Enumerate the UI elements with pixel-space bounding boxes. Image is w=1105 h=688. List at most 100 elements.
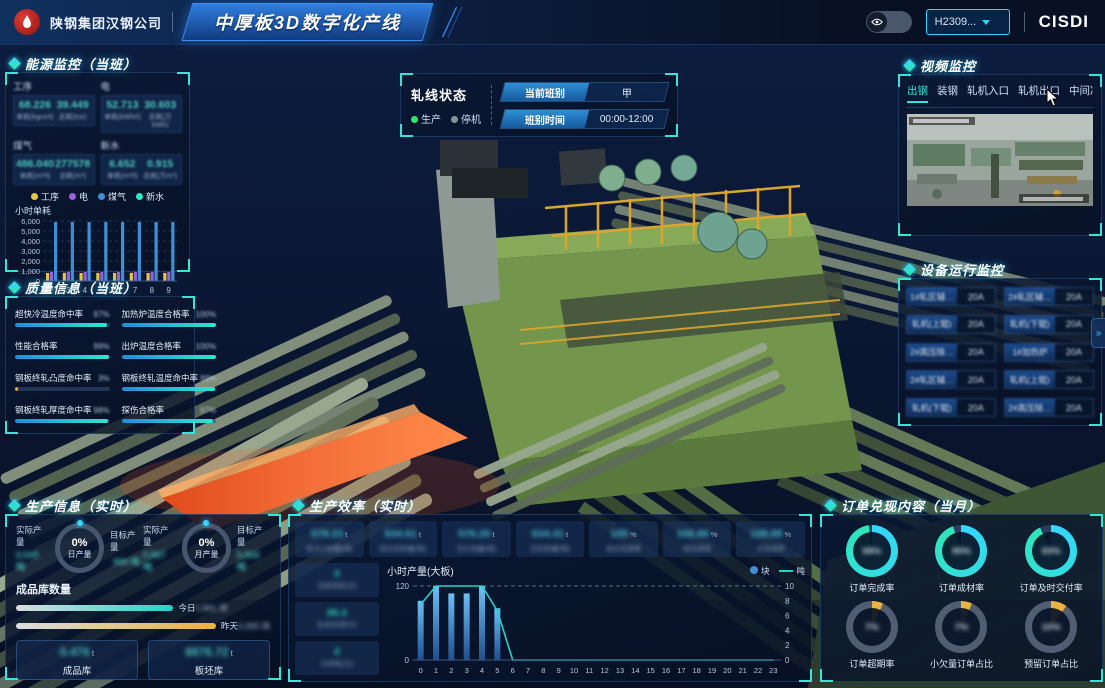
video-tab[interactable]: 中间冷 — [1069, 83, 1093, 103]
energy-group: 电 52.713单耗(kWh/t) 30.603总耗(万kWh) — [101, 79, 183, 133]
energy-chart-title: 小时单耗 — [15, 204, 182, 217]
stock-bar — [16, 605, 173, 611]
line-selector-dropdown[interactable]: H2309... — [926, 9, 1010, 35]
progress-bar — [15, 323, 107, 327]
svg-text:13: 13 — [616, 666, 624, 675]
top-header: 陕钢集团汉钢公司 中厚板3D数字化产线 H2309... CISDI — [0, 0, 1105, 45]
energy-group: 新水 6.652单耗(m³/t) 0.915总耗(万m³) — [101, 138, 183, 185]
video-tab[interactable]: 轧机出口 — [1018, 83, 1060, 103]
svg-text:6: 6 — [511, 666, 515, 675]
hourly-chart-legend: 块 吨 — [750, 565, 805, 577]
quality-item: 性能合格率99% — [15, 337, 110, 361]
shift-time-field: 班别时间 00:00-12:00 — [500, 109, 670, 129]
video-tabs: 出钢 装钢 轧机入口 轧机出口 中间冷 电动辊 — [907, 83, 1093, 108]
donut-chart: 98% — [846, 525, 898, 577]
equipment-panel-title: 设备运行监控 — [905, 260, 1004, 279]
side-metric-card: 0日停机(分) — [295, 641, 379, 675]
visibility-toggle[interactable] — [866, 11, 912, 33]
camera-feed[interactable] — [907, 114, 1093, 206]
company-logo — [14, 9, 40, 35]
quality-item: 探伤合格率97% — [122, 401, 217, 425]
video-tab[interactable]: 装钢 — [937, 83, 958, 103]
svg-text:6: 6 — [785, 612, 790, 621]
equipment-row[interactable]: 轧机(上辊)20A — [1004, 370, 1094, 389]
equipment-monitor-panel: 1#轧区辅…20A 2#轧区辅…20A 轧机(上辊)20A 轧机(下辊)20A … — [898, 278, 1102, 426]
bar-legend-icon — [750, 566, 758, 574]
equipment-row[interactable]: 2#轧区辅…20A — [906, 370, 996, 389]
equipment-row[interactable]: 2#高压除…20A — [1004, 398, 1094, 417]
metric-card: 100%协议完成率 — [589, 521, 658, 557]
legend-dot — [69, 193, 76, 200]
svg-text:5: 5 — [495, 666, 499, 675]
donut-chart: 93% — [1025, 525, 1077, 577]
donut-cell: 98%订单完成率 — [846, 525, 898, 595]
energy-legend: 工序 电 煤气 新水 — [13, 190, 182, 203]
equipment-row[interactable]: 2#轧区辅…20A — [1004, 287, 1094, 306]
diamond-icon — [824, 499, 837, 512]
legend-dot — [136, 193, 143, 200]
svg-text:4: 4 — [480, 666, 484, 675]
video-tab[interactable]: 出钢 — [907, 83, 928, 103]
header-divider — [1024, 12, 1025, 32]
line-status-title: 轧线状态 — [411, 85, 481, 104]
energy-group: 工序 68.226单耗(kgce/t) 39.449总耗(tce) — [13, 79, 95, 133]
donut-chart: 7% — [935, 601, 987, 653]
metric-card: 108.88%月完成率 — [736, 521, 805, 557]
chevron-down-icon — [982, 20, 990, 25]
equipment-row[interactable]: 轧机(上辊)20A — [906, 315, 996, 334]
quality-item: 超快冷温度命中率97% — [15, 305, 110, 329]
svg-text:6,000: 6,000 — [21, 217, 40, 226]
equipment-row[interactable]: 1#加热炉20A — [1004, 343, 1094, 362]
stock-bar-today: 今日1,891 块 — [16, 602, 270, 614]
svg-text:120: 120 — [396, 582, 410, 591]
panel-expand-handle[interactable]: » — [1091, 318, 1105, 348]
svg-text:9: 9 — [166, 286, 171, 295]
equipment-row[interactable]: 2#高压除…20A — [906, 343, 996, 362]
dashboard-root: 陕钢集团汉钢公司 中厚板3D数字化产线 H2309... CISDI 能源监控（… — [0, 0, 1105, 688]
svg-text:8: 8 — [785, 597, 790, 606]
slab-stock-card: 8876.72t 板坯库 — [148, 640, 270, 680]
equipment-row[interactable]: 轧机(下辊)20A — [1004, 315, 1094, 334]
video-panel-title: 视频监控 — [905, 56, 976, 75]
svg-text:14: 14 — [631, 666, 639, 675]
app-title-plate: 中厚板3D数字化产线 — [182, 3, 434, 41]
hourly-output-chart: 0120024681001234567891011121314151617181… — [387, 578, 805, 681]
current-shift-field: 当前班别 甲 — [500, 82, 670, 102]
donut-chart: 95% — [935, 525, 987, 577]
quality-item: 钢板终轧凸度命中率3% — [15, 369, 110, 393]
decor-slashes — [438, 7, 464, 37]
video-tab[interactable]: 轧机入口 — [967, 83, 1009, 103]
svg-text:2,000: 2,000 — [21, 257, 40, 266]
svg-text:3,000: 3,000 — [21, 247, 40, 256]
progress-bar — [15, 355, 109, 359]
line-legend-icon — [779, 570, 793, 572]
svg-text:23: 23 — [769, 666, 777, 675]
quality-item: 钢板终轧温度命中率99% — [122, 369, 217, 393]
svg-text:1,000: 1,000 — [21, 267, 40, 276]
svg-text:18: 18 — [692, 666, 700, 675]
stock-bar-yesterday: 昨天5,093 块 — [16, 620, 270, 632]
donut-chart: 10% — [1025, 601, 1077, 653]
cisdi-logo: CISDI — [1039, 12, 1089, 32]
header-divider — [172, 12, 173, 32]
progress-bar — [122, 323, 217, 327]
svg-text:1: 1 — [434, 666, 438, 675]
progress-bar — [122, 387, 216, 391]
diamond-icon — [903, 59, 916, 72]
svg-text:10: 10 — [785, 582, 794, 591]
dropdown-value: H2309... — [935, 16, 977, 28]
energy-group: 煤气 486.040单耗(m³/t) 277578总耗(m³) — [13, 138, 95, 185]
orders-fulfillment-panel: 98%订单完成率 95%订单成材率 93%订单及时交付率 7%订单超期率 7%小… — [820, 514, 1103, 682]
video-monitor-panel: 出钢 装钢 轧机入口 轧机出口 中间冷 电动辊 — [898, 74, 1102, 236]
side-metric-card: 0当班停机(分) — [295, 563, 379, 597]
equipment-row[interactable]: 轧机(下辊)20A — [906, 398, 996, 417]
stock-section-title: 成品库数量 — [16, 581, 270, 597]
equipment-row[interactable]: 1#轧区辅…20A — [906, 287, 996, 306]
stock-bar — [16, 623, 216, 629]
hourly-chart-title: 小时产量(大板) — [387, 563, 454, 578]
gray-dot-icon — [451, 116, 458, 123]
svg-text:0: 0 — [419, 666, 423, 675]
diamond-icon — [8, 57, 21, 70]
efficiency-panel-title: 生产效率（实时） — [294, 496, 421, 515]
metric-card: 634.61t班次实际量(吨) — [369, 521, 438, 557]
